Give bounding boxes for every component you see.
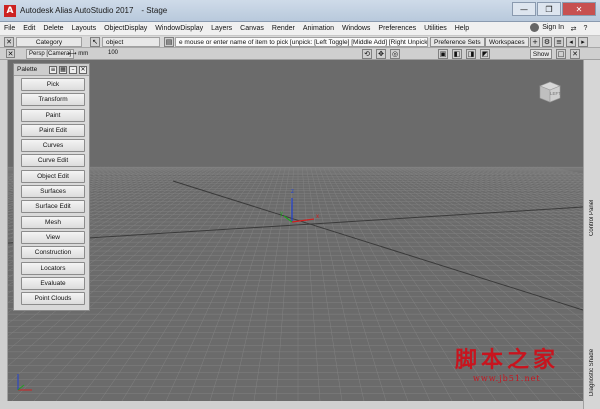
palette-panel: Palette ≡ ▦ – ✕ Pick Transform Paint Pai… xyxy=(13,63,90,311)
viewport-title-bar: ✕ Persp [Camera] ⟷ mm 100 ⟲ ✥ ◎ ▣ ◧ ◨ ◩ … xyxy=(0,48,600,60)
view-cube-face-label: LEFT xyxy=(550,91,562,96)
palette-item-pick[interactable]: Pick xyxy=(21,78,85,91)
palette-item-surfaces[interactable]: Surfaces xyxy=(21,185,85,199)
menu-utilities[interactable]: Utilities xyxy=(420,25,451,32)
menu-render[interactable]: Render xyxy=(268,25,299,32)
diagnostic-shade-tab[interactable]: Diagnostic Shade xyxy=(586,342,598,402)
menu-objectdisplay[interactable]: ObjectDisplay xyxy=(100,25,151,32)
palette-item-curves[interactable]: Curves xyxy=(21,139,85,153)
menu-help[interactable]: Help xyxy=(451,25,473,32)
shelf-settings-icon[interactable]: ⚙ xyxy=(542,37,552,47)
sign-in-button[interactable]: Sign In xyxy=(530,23,564,32)
palette-item-construction[interactable]: Construction xyxy=(21,246,85,260)
watermark-cn: 脚本之家 xyxy=(455,347,560,373)
menu-edit[interactable]: Edit xyxy=(19,25,39,32)
shelf-add-icon[interactable]: + xyxy=(530,37,540,47)
menu-layouts[interactable]: Layouts xyxy=(68,25,101,32)
exchange-icon[interactable]: ⇄ xyxy=(569,24,578,33)
left-dock-strip xyxy=(0,60,8,409)
palette-item-evaluate[interactable]: Evaluate xyxy=(21,276,85,290)
close-viewport-icon[interactable]: ✕ xyxy=(570,49,580,59)
palette-item-transform[interactable]: Transform xyxy=(21,93,85,107)
palette-item-object-edit[interactable]: Object Edit xyxy=(21,169,85,183)
right-dock-strip: Control Panel Diagnostic Shade xyxy=(583,60,600,409)
close-shelf-icon[interactable]: ✕ xyxy=(4,37,14,47)
palette-item-locators[interactable]: Locators xyxy=(21,261,85,275)
menu-file[interactable]: File xyxy=(0,25,19,32)
prompt-line: e mouse or enter name of item to pick [u… xyxy=(175,37,428,47)
view-layout-icon[interactable]: ▣ xyxy=(438,49,448,59)
palette-list-icon[interactable]: ≡ xyxy=(49,65,57,74)
units-label: ⟷ mm xyxy=(68,51,89,57)
menu-layers[interactable]: Layers xyxy=(207,25,236,32)
menu-windows[interactable]: Windows xyxy=(338,25,374,32)
sign-in-label: Sign In xyxy=(542,24,564,31)
watermark-url: www.jb51.net xyxy=(473,374,541,383)
menu-preferences[interactable]: Preferences xyxy=(374,25,420,32)
corner-axis-gizmo xyxy=(12,370,36,394)
maximize-button[interactable]: ❐ xyxy=(537,2,561,16)
palette-item-mesh[interactable]: Mesh xyxy=(21,215,85,229)
shade-icon[interactable]: ◩ xyxy=(480,49,490,59)
object-field[interactable]: object xyxy=(102,37,160,47)
site-watermark: 脚本之家 www.jb51.net xyxy=(455,342,559,383)
palette-header: Palette ≡ ▦ – ✕ xyxy=(14,64,89,76)
shelf-left-icon[interactable]: ◂ xyxy=(566,37,576,47)
dolly-icon[interactable]: ◎ xyxy=(390,49,400,59)
menu-delete[interactable]: Delete xyxy=(39,25,67,32)
axis-z-label: z xyxy=(291,189,294,195)
help-icon[interactable]: ? xyxy=(581,24,590,33)
pick-tool-icon[interactable]: ↖ xyxy=(90,37,100,47)
camera-dropdown[interactable]: Persp [Camera] xyxy=(26,49,75,59)
workspaces-button[interactable]: Workspaces xyxy=(485,37,529,47)
palette-grid-icon[interactable]: ▦ xyxy=(59,65,67,74)
shelf-right-icon[interactable]: ▸ xyxy=(578,37,588,47)
menu-canvas[interactable]: Canvas xyxy=(236,25,268,32)
menu-animation[interactable]: Animation xyxy=(299,25,338,32)
preference-sets-button[interactable]: Preference Sets xyxy=(430,37,485,47)
control-panel-tab[interactable]: Control Panel xyxy=(586,188,598,248)
zoom-label: 100 xyxy=(108,50,119,56)
tumble-icon[interactable]: ⟲ xyxy=(362,49,372,59)
camera-icon[interactable]: ◧ xyxy=(452,49,462,59)
show-button[interactable]: Show xyxy=(530,49,552,59)
prompt-toggle-icon[interactable]: ▤ xyxy=(164,37,174,47)
palette-item-view[interactable]: View xyxy=(21,230,85,244)
prompt-toolbar: ✕ Category ↖ object ▤ e mouse or enter n… xyxy=(0,36,600,48)
title-bar: A Autodesk Alias AutoStudio 2017 - Stage… xyxy=(0,0,600,22)
axis-x-label: x xyxy=(316,214,319,220)
palette-title: Palette xyxy=(17,66,38,73)
palette-item-surface-edit[interactable]: Surface Edit xyxy=(21,200,85,214)
minimize-button[interactable]: — xyxy=(512,2,536,16)
maximize-viewport-icon[interactable]: □ xyxy=(556,49,566,59)
user-icon xyxy=(530,23,540,32)
category-dropdown[interactable]: Category xyxy=(16,37,82,47)
axis-y-label: y xyxy=(280,211,283,217)
palette-item-point-clouds[interactable]: Point Clouds xyxy=(21,292,85,306)
window-subtitle: - Stage xyxy=(141,6,168,15)
view-cube[interactable]: LEFT xyxy=(536,78,562,104)
close-button[interactable]: ✕ xyxy=(562,2,596,16)
track-icon[interactable]: ✥ xyxy=(376,49,386,59)
palette-item-paint[interactable]: Paint xyxy=(21,108,85,122)
menu-bar: File Edit Delete Layouts ObjectDisplay W… xyxy=(0,22,600,36)
palette-item-paint-edit[interactable]: Paint Edit xyxy=(21,123,85,137)
alias-logo-icon: A xyxy=(4,4,16,17)
menu-windowdisplay[interactable]: WindowDisplay xyxy=(151,25,207,32)
shelf-menu-icon[interactable]: ≡ xyxy=(554,37,564,47)
window-title: Autodesk Alias AutoStudio 2017 xyxy=(20,6,134,15)
viewport-close-icon[interactable]: ✕ xyxy=(6,49,15,58)
origin-axes: z x y xyxy=(278,188,328,228)
display-icon[interactable]: ◨ xyxy=(466,49,476,59)
palette-item-curve-edit[interactable]: Curve Edit xyxy=(21,154,85,168)
palette-close-icon[interactable]: ✕ xyxy=(79,65,87,74)
bottom-strip xyxy=(0,401,583,409)
palette-minimize-icon[interactable]: – xyxy=(69,65,77,74)
